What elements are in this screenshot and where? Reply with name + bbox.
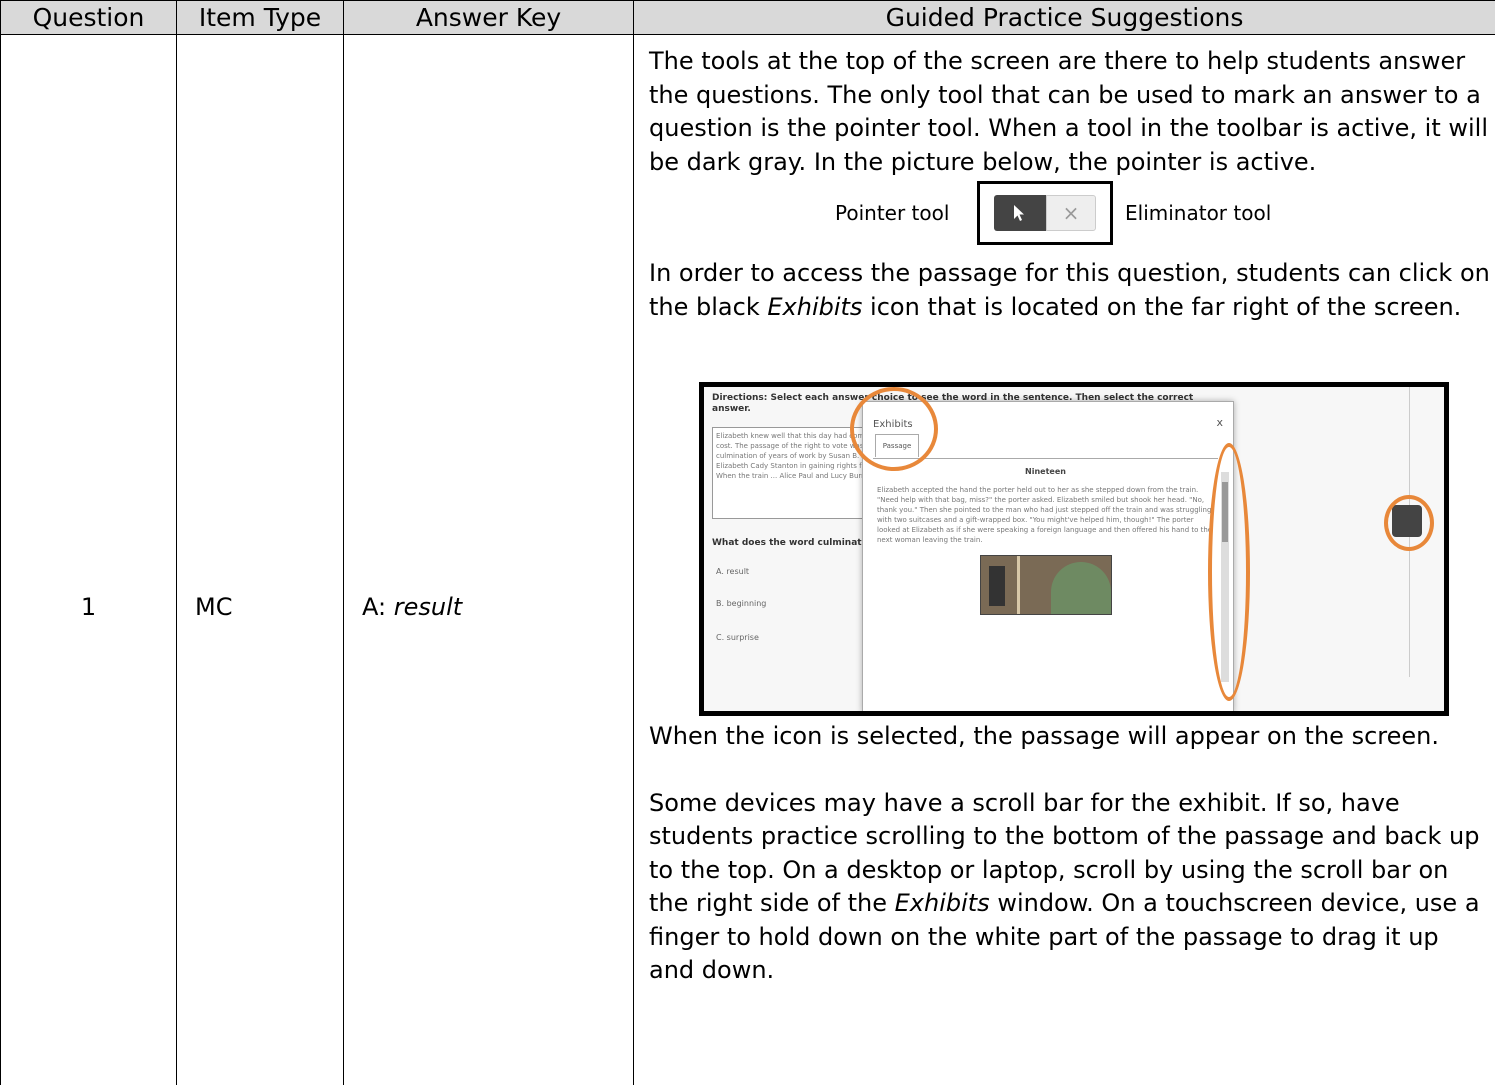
eliminator-tool-label: Eliminator tool [1125,201,1272,225]
header-item-type: Item Type [176,0,344,35]
close-icon: x [1216,416,1223,429]
answer-key-cell: A: result [343,34,634,1085]
table-row: 1 MC A: result The tools at the top of t… [0,34,1495,1085]
screenshot-option-a: A. result [716,567,750,576]
exhibits-title-highlight [850,387,938,471]
pointer-tool-label: Pointer tool [835,201,950,225]
question-cell: 1 [0,34,177,1085]
toolbar-figure-frame: × [977,181,1113,245]
screenshot-option-b: B. beginning [716,599,767,608]
close-icon: × [1062,201,1080,225]
header-answer-key: Answer Key [343,0,634,35]
exhibits-icon-highlight [1384,495,1434,551]
guided-paragraph-scroll: Some devices may have a scroll bar for t… [649,787,1491,988]
answer-key-table: Question Item Type Answer Key Guided Pra… [0,0,1495,1085]
answer-key-value: A: result [362,593,462,621]
exhibits-screenshot: Directions: Select each answer choice to… [649,382,1491,720]
story-illustration [979,555,1112,615]
story-text: Elizabeth accepted the hand the porter h… [877,486,1213,544]
guided-paragraph-selected: When the icon is selected, the passage w… [649,722,1439,750]
guided-practice-cell: The tools at the top of the screen are t… [633,34,1495,1085]
header-question: Question [0,0,177,35]
eliminator-tool-button: × [1046,195,1096,231]
exhibits-content: Nineteen Elizabeth accepted the hand the… [873,458,1218,708]
story-title: Nineteen [1025,467,1066,476]
item-type-value: MC [195,593,233,621]
p2-exhibits-word: Exhibits [767,292,863,321]
answer-key-word: result [393,593,463,621]
table-header-row: Question Item Type Answer Key Guided Pra… [0,0,1495,35]
question-number: 1 [80,593,97,621]
header-guided-practice: Guided Practice Suggestions [633,0,1495,35]
scrollbar-highlight [1208,443,1250,701]
item-type-cell: MC [176,34,344,1085]
p2-text-b: icon that is located on the far right of… [862,292,1462,321]
toolbar-figure: Pointer tool × Eliminator tool [649,179,1491,257]
screenshot-frame: Directions: Select each answer choice to… [699,382,1449,716]
screenshot-option-c: C. surprise [716,633,759,642]
pointer-tool-button [994,195,1046,231]
p4-exhibits-word: Exhibits [894,889,990,917]
guided-paragraph-tools: The tools at the top of the screen are t… [649,47,1489,176]
pointer-icon [1014,205,1024,221]
answer-key-prefix: A: [362,593,394,621]
guided-paragraph-exhibits: In order to access the passage for this … [649,257,1491,324]
